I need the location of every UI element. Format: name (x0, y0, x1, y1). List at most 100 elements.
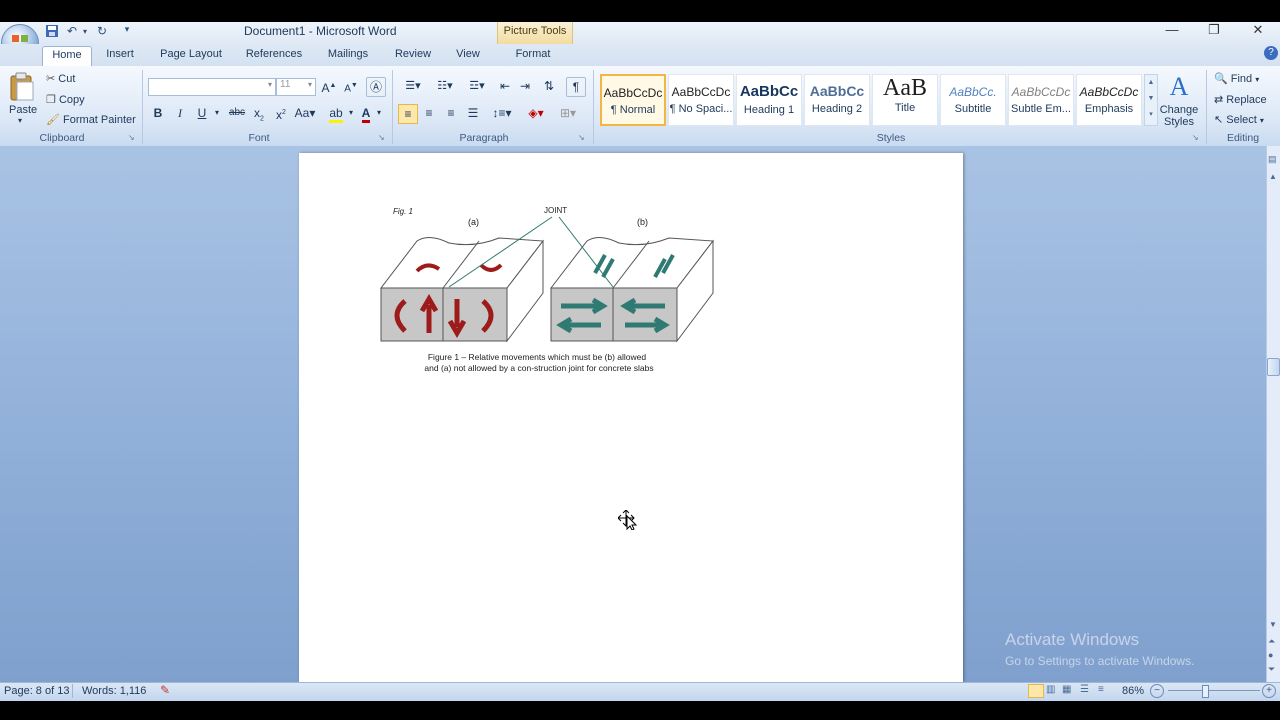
line-spacing-icon[interactable]: ↕≡▾ (488, 104, 516, 122)
zoom-out-icon[interactable]: − (1150, 684, 1164, 698)
sort-icon[interactable]: ⇅ (540, 77, 558, 95)
scroll-up-icon[interactable]: ▲ (1269, 172, 1277, 181)
web-layout-icon[interactable]: ▦ (1062, 684, 1071, 695)
tab-references[interactable]: References (242, 46, 306, 64)
paste-dropdown-icon[interactable]: ▾ (18, 116, 22, 125)
outline-view-icon[interactable]: ☰ (1080, 684, 1089, 695)
figure-label-b: (b) (637, 217, 648, 227)
borders-icon[interactable]: ⊞▾ (554, 104, 582, 122)
font-size-combo[interactable]: 11 ▾ (276, 78, 316, 96)
word-count[interactable]: Words: 1,116 (82, 685, 146, 697)
document-page[interactable]: Fig. 1 (a) (b) JOINT Figure 1 – Relative… (299, 153, 963, 682)
undo-dropdown-icon[interactable]: ▾ (80, 27, 90, 41)
page-indicator[interactable]: Page: 8 of 13 (4, 685, 69, 697)
find-button[interactable]: 🔍 Find ▾ (1214, 72, 1259, 85)
superscript-icon[interactable]: x2 (272, 104, 290, 122)
clipboard-launcher-icon[interactable]: ↘ (128, 133, 135, 142)
browse-object-icon[interactable]: ● (1268, 650, 1273, 660)
strikethrough-icon[interactable]: abc (226, 104, 248, 122)
style-sample: AaB (883, 75, 927, 101)
format-painter-button[interactable]: 🖌 Format Painter (46, 113, 136, 126)
help-icon[interactable]: ? (1264, 46, 1278, 60)
bullets-icon[interactable]: ☰▾ (398, 77, 428, 95)
font-launcher-icon[interactable]: ↘ (378, 133, 385, 142)
tab-page-layout[interactable]: Page Layout (156, 46, 226, 64)
proofing-icon[interactable]: ✎ (160, 683, 170, 697)
style-normal[interactable]: AaBbCcDc ¶ Normal (600, 74, 666, 126)
zoom-slider-thumb[interactable] (1202, 685, 1209, 698)
style-sample: AaBbCcDc (1079, 85, 1139, 99)
minimize-icon[interactable]: — (1150, 22, 1194, 38)
underline-dropdown-icon[interactable]: ▾ (212, 104, 222, 122)
group-separator (1206, 70, 1207, 144)
justify-icon[interactable]: ☰ (464, 104, 482, 122)
undo-icon[interactable]: ↶ (64, 24, 80, 38)
styles-scroll[interactable]: ▲ ▼ ▾ (1144, 74, 1158, 126)
style-heading-2[interactable]: AaBbCc Heading 2 (804, 74, 870, 126)
italic-icon[interactable]: I (171, 104, 189, 122)
align-right-icon[interactable]: ≡ (442, 104, 460, 122)
restore-icon[interactable]: ❐ (1192, 22, 1236, 38)
subscript-icon[interactable]: x2 (250, 104, 268, 122)
tab-format[interactable]: Format (508, 46, 558, 64)
replace-button[interactable]: ⇄ Replace (1214, 93, 1267, 106)
style-heading-1[interactable]: AaBbCc Heading 1 (736, 74, 802, 126)
style-subtle-emphasis[interactable]: AaBbCcDc Subtle Em... (1008, 74, 1074, 126)
draft-view-icon[interactable]: ≡ (1098, 684, 1104, 695)
print-layout-view-icon[interactable] (1028, 684, 1044, 698)
tab-home[interactable]: Home (42, 46, 92, 67)
previous-page-icon[interactable]: ⏶ (1268, 636, 1275, 647)
highlight-icon[interactable]: ab (326, 104, 346, 123)
close-icon[interactable]: ✕ (1236, 22, 1280, 38)
style-subtitle[interactable]: AaBbCc. Subtitle (940, 74, 1006, 126)
ruler-toggle-icon[interactable]: ▤ (1268, 154, 1277, 165)
customize-qat-icon[interactable]: ▾ (122, 24, 132, 38)
cut-button[interactable]: ✂ Cut (46, 72, 75, 85)
align-left-icon[interactable]: ≡ (398, 104, 418, 124)
select-button[interactable]: ↖ Select ▾ (1214, 113, 1264, 126)
paragraph-launcher-icon[interactable]: ↘ (578, 133, 585, 142)
shrink-font-icon[interactable]: A▼ (342, 77, 360, 95)
font-color-icon[interactable]: A (358, 104, 374, 123)
decrease-indent-icon[interactable]: ⇤ (496, 77, 514, 95)
shading-icon[interactable]: ◈▾ (522, 104, 550, 122)
clear-formatting-icon[interactable]: Ⓐ (366, 77, 386, 97)
tab-mailings[interactable]: Mailings (322, 46, 374, 64)
tab-insert[interactable]: Insert (100, 46, 140, 64)
paste-icon[interactable] (8, 72, 38, 102)
figure-image[interactable]: Fig. 1 (a) (b) JOINT Figure 1 – Relative… (299, 153, 963, 682)
show-formatting-icon[interactable]: ¶ (566, 77, 586, 97)
bold-icon[interactable]: B (149, 104, 167, 122)
tab-view[interactable]: View (450, 46, 486, 64)
copy-button[interactable]: ❐ Copy (46, 93, 85, 106)
increase-indent-icon[interactable]: ⇥ (516, 77, 534, 95)
change-styles-button[interactable]: Change Styles (1158, 104, 1200, 128)
align-center-icon[interactable]: ≡ (420, 104, 438, 122)
zoom-slider[interactable] (1168, 690, 1260, 691)
full-screen-reading-icon[interactable]: ▥ (1046, 684, 1055, 695)
style-emphasis[interactable]: AaBbCcDc Emphasis (1076, 74, 1142, 126)
redo-icon[interactable]: ↻ (94, 24, 110, 38)
change-styles-icon[interactable]: A (1162, 72, 1196, 101)
font-color-dropdown-icon[interactable]: ▾ (374, 104, 384, 122)
style-no-spacing[interactable]: AaBbCcDc ¶ No Spaci... (668, 74, 734, 126)
scroll-down-icon[interactable]: ▼ (1269, 620, 1277, 629)
change-case-icon[interactable]: Aa▾ (294, 104, 316, 122)
zoom-level[interactable]: 86% (1122, 685, 1144, 697)
paste-button[interactable]: Paste (9, 104, 37, 116)
tab-review[interactable]: Review (390, 46, 436, 64)
multilevel-list-icon[interactable]: ☲▾ (462, 77, 492, 95)
underline-icon[interactable]: U (193, 104, 211, 122)
font-name-combo[interactable]: ▾ (148, 78, 276, 96)
numbering-icon[interactable]: ☷▾ (430, 77, 460, 95)
clipboard-group-label: Clipboard (39, 132, 85, 144)
style-title[interactable]: AaB Title (872, 74, 938, 126)
grow-font-icon[interactable]: A▲ (320, 77, 338, 95)
vertical-scrollbar[interactable] (1266, 146, 1280, 682)
highlight-dropdown-icon[interactable]: ▾ (346, 104, 356, 122)
scrollbar-thumb[interactable] (1267, 358, 1280, 376)
save-icon[interactable] (44, 24, 60, 38)
zoom-in-icon[interactable]: + (1262, 684, 1276, 698)
next-page-icon[interactable]: ⏷ (1268, 664, 1275, 675)
styles-launcher-icon[interactable]: ↘ (1192, 133, 1199, 142)
